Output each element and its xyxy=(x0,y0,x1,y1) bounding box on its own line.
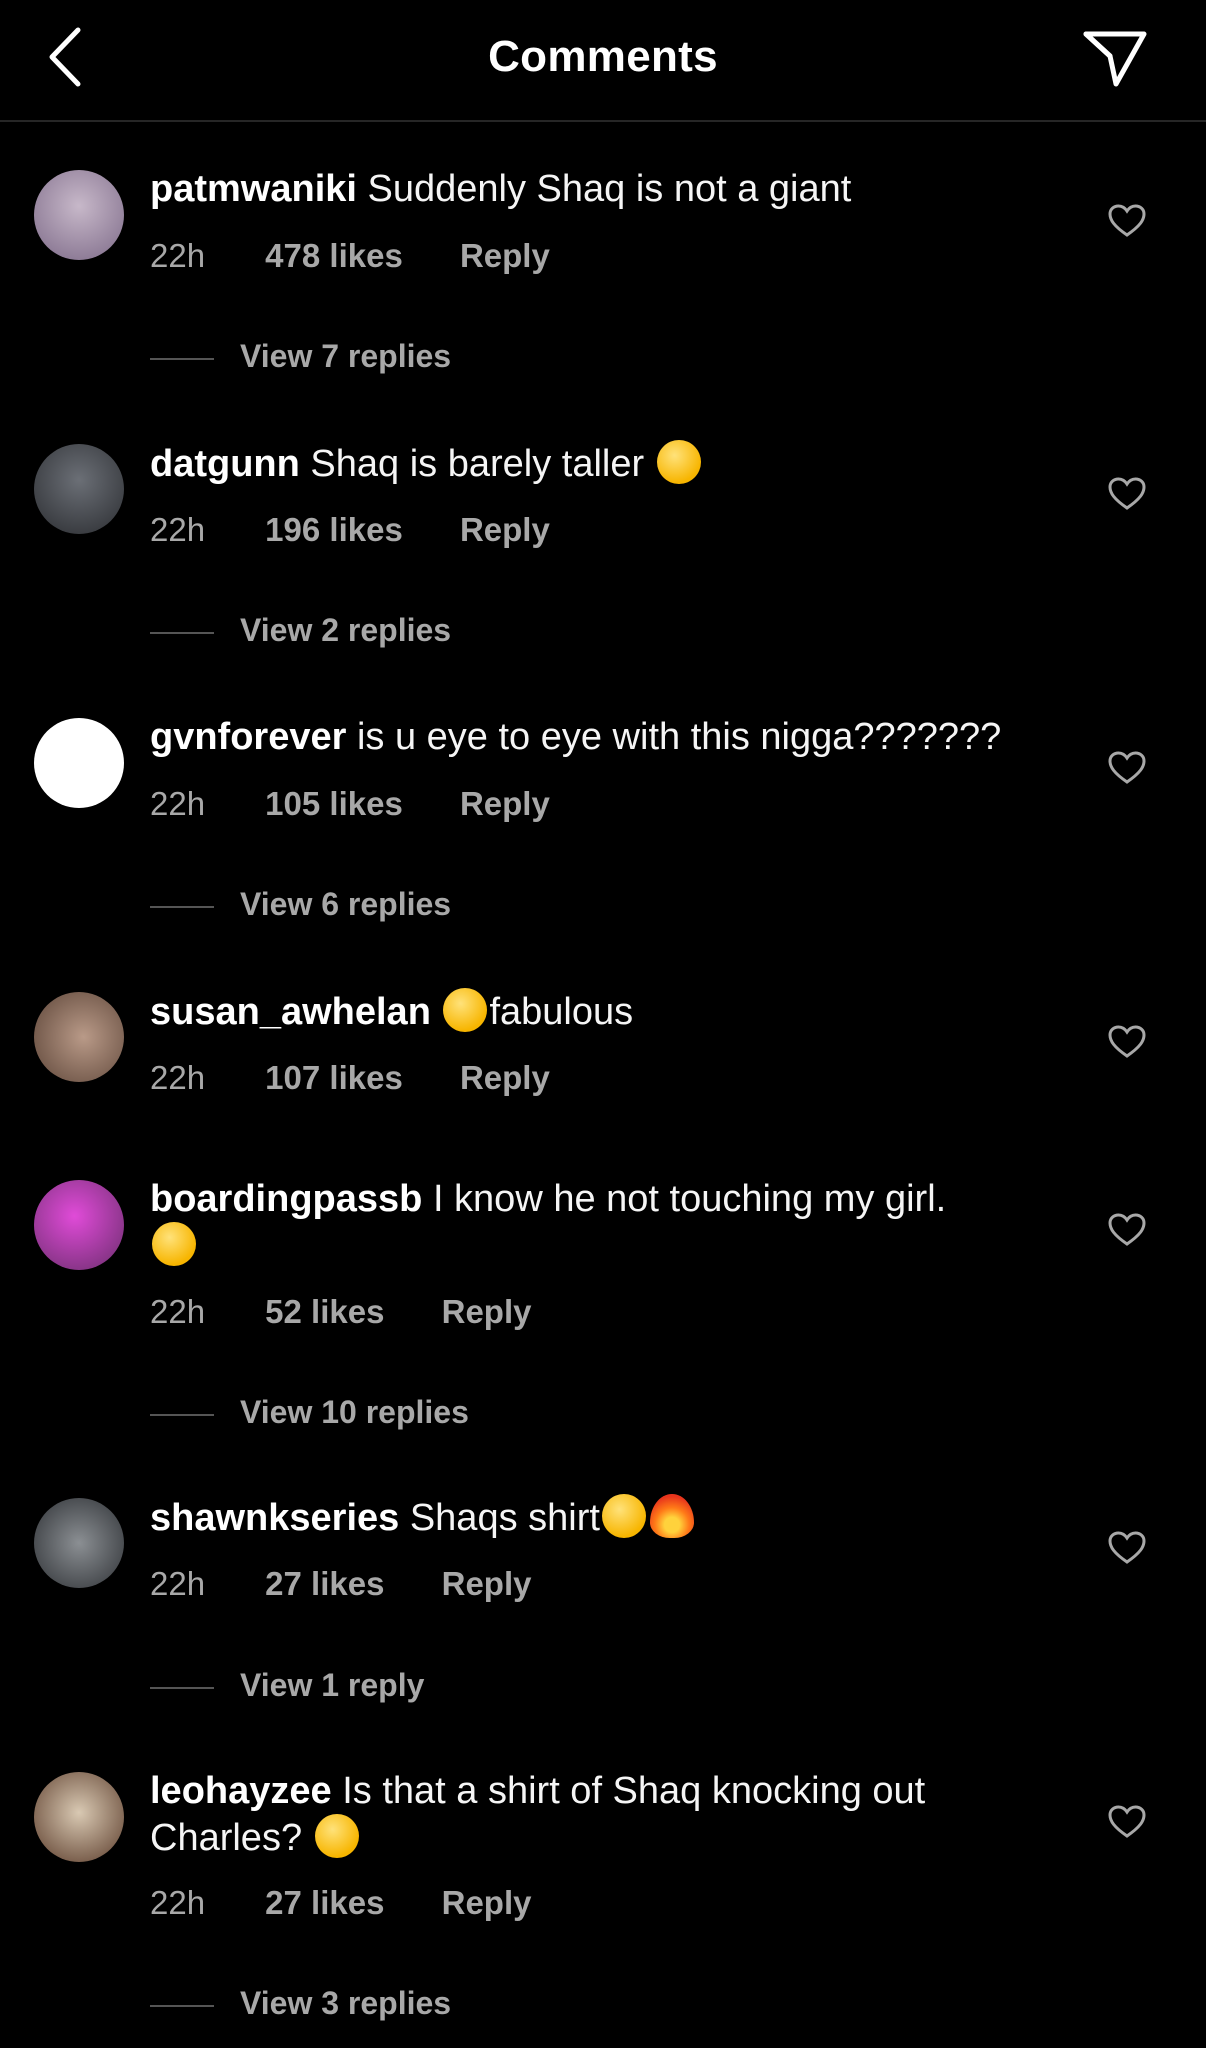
comment-likes[interactable]: 52 likes xyxy=(265,1293,384,1331)
tears-of-joy-face-icon xyxy=(152,1222,196,1266)
comment-body: Shaq is barely taller xyxy=(310,443,645,485)
tears-of-joy-face-icon xyxy=(601,1494,646,1538)
replies-divider xyxy=(150,1414,214,1416)
comment-time: 22h xyxy=(150,785,206,822)
comment-username[interactable]: boardingpassb xyxy=(150,1178,422,1220)
comment-time: 22h xyxy=(150,1059,206,1096)
comment-text: gvnforever is u eye to eye with this nig… xyxy=(150,714,1050,760)
view-replies-label: View 1 reply xyxy=(240,1667,425,1703)
avatar[interactable] xyxy=(34,992,124,1082)
comment-meta: 22h 52 likes Reply xyxy=(150,1293,532,1331)
comment-likes[interactable]: 27 likes xyxy=(265,1884,384,1922)
like-heart-icon[interactable] xyxy=(1108,1531,1146,1565)
comment-text: susan_awhelan fabulous xyxy=(150,988,1050,1035)
comment-body: Suddenly Shaq is not a giant xyxy=(367,168,852,210)
reply-button[interactable]: Reply xyxy=(460,237,550,275)
view-replies-label: View 3 replies xyxy=(240,1985,452,2021)
comment-likes[interactable]: 478 likes xyxy=(265,237,403,275)
comment-meta: 22h 478 likes Reply xyxy=(150,237,550,275)
reply-button[interactable]: Reply xyxy=(460,1059,550,1097)
comment-username[interactable]: patmwaniki xyxy=(150,168,357,210)
view-replies-label: View 7 replies xyxy=(240,338,452,374)
comment-meta: 22h 196 likes Reply xyxy=(150,511,550,549)
comment-time: 22h xyxy=(150,1293,206,1330)
fire-icon xyxy=(649,1494,694,1538)
comment-time: 22h xyxy=(150,237,206,274)
comment-time: 22h xyxy=(150,1565,206,1602)
like-heart-icon[interactable] xyxy=(1108,751,1146,785)
avatar[interactable] xyxy=(34,1498,124,1588)
avatar[interactable] xyxy=(34,444,124,534)
like-heart-icon[interactable] xyxy=(1108,1805,1146,1839)
comment-username[interactable]: shawnkseries xyxy=(150,1497,399,1539)
comment-body: fabulous xyxy=(489,991,634,1033)
comment-likes[interactable]: 105 likes xyxy=(265,785,403,823)
view-replies-label: View 10 replies xyxy=(240,1394,469,1430)
comment-text: leohayzee Is that a shirt of Shaq knocki… xyxy=(150,1768,1050,1861)
comment-body: is u eye to eye with this nigga??????? xyxy=(356,716,1002,758)
comment-meta: 22h 105 likes Reply xyxy=(150,785,550,823)
avatar[interactable] xyxy=(34,718,124,808)
comment-username[interactable]: datgunn xyxy=(150,443,300,485)
top-bar: Comments xyxy=(0,0,1206,122)
comment-text: boardingpassb I know he not touching my … xyxy=(150,1176,1050,1269)
comment-username[interactable]: susan_awhelan xyxy=(150,991,431,1033)
reply-button[interactable]: Reply xyxy=(442,1565,532,1603)
replies-divider xyxy=(150,1687,214,1689)
avatar[interactable] xyxy=(34,1772,124,1862)
page-title: Comments xyxy=(488,32,718,81)
reply-button[interactable]: Reply xyxy=(460,511,550,549)
comment-meta: 22h 107 likes Reply xyxy=(150,1059,550,1097)
loudly-crying-face-icon xyxy=(314,1814,359,1858)
view-replies-label: View 2 replies xyxy=(240,612,452,648)
view-replies-label: View 6 replies xyxy=(240,886,452,922)
replies-divider xyxy=(150,632,214,634)
replies-divider xyxy=(150,906,214,908)
comment-likes[interactable]: 107 likes xyxy=(265,1059,403,1097)
like-heart-icon[interactable] xyxy=(1108,1213,1146,1247)
astonished-face-icon xyxy=(656,440,701,484)
comment-time: 22h xyxy=(150,1884,206,1921)
comment-meta: 22h 27 likes Reply xyxy=(150,1565,532,1603)
like-heart-icon[interactable] xyxy=(1108,477,1146,511)
comment-body: Shaqs shirt xyxy=(409,1497,600,1539)
comment-text: patmwaniki Suddenly Shaq is not a giant xyxy=(150,166,1050,212)
comment-meta: 22h 27 likes Reply xyxy=(150,1884,532,1922)
reply-button[interactable]: Reply xyxy=(460,785,550,823)
like-heart-icon[interactable] xyxy=(1108,1025,1146,1059)
comment-text: shawnkseries Shaqs shirt xyxy=(150,1494,1050,1541)
comment-username[interactable]: leohayzee xyxy=(150,1770,332,1812)
send-icon[interactable] xyxy=(1080,28,1150,90)
comment-likes[interactable]: 27 likes xyxy=(265,1565,384,1603)
reply-button[interactable]: Reply xyxy=(442,1293,532,1331)
comment-body: I know he not touching my girl. xyxy=(432,1178,947,1220)
avatar[interactable] xyxy=(34,1180,124,1270)
like-heart-icon[interactable] xyxy=(1108,204,1146,238)
comment-time: 22h xyxy=(150,511,206,548)
avatar[interactable] xyxy=(34,170,124,260)
reply-button[interactable]: Reply xyxy=(442,1884,532,1922)
pleading-face-icon xyxy=(443,988,488,1032)
comment-username[interactable]: gvnforever xyxy=(150,716,346,758)
comment-likes[interactable]: 196 likes xyxy=(265,511,403,549)
comment-text: datgunn Shaq is barely taller xyxy=(150,440,1050,487)
replies-divider xyxy=(150,2005,214,2007)
replies-divider xyxy=(150,358,214,360)
